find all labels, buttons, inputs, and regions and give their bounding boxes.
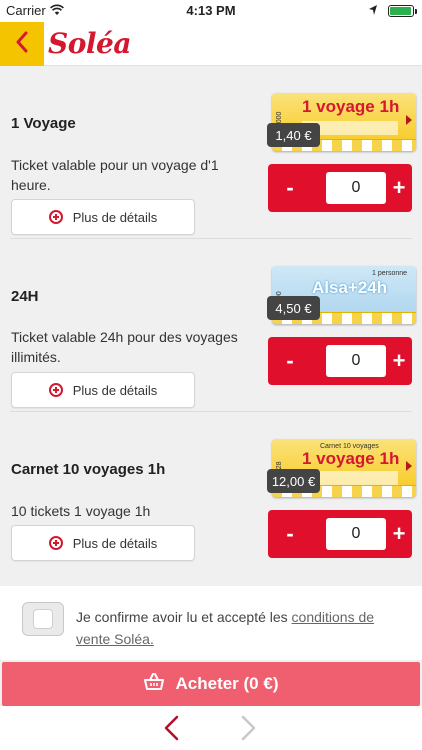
plus-circle-icon (48, 383, 63, 397)
quantity-stepper: - 0 + (268, 337, 412, 385)
product-name: Carnet 10 voyages 1h (11, 461, 166, 478)
clock: 4:13 PM (186, 3, 236, 18)
decrement-button[interactable]: - (268, 164, 312, 212)
ticket-arrow-icon (406, 115, 412, 125)
product-description: Ticket valable pour un voyage d'1 heure. (11, 157, 219, 193)
basket-icon (143, 672, 164, 696)
decrement-button[interactable]: - (268, 510, 312, 558)
product-name: 24H (11, 288, 39, 305)
ticket-arrow-icon (406, 461, 412, 471)
details-button[interactable]: Plus de détails (11, 199, 195, 235)
solea-logo: Soléa (48, 27, 132, 60)
details-label: Plus de détails (72, 209, 158, 225)
back-button[interactable] (0, 22, 44, 66)
ticket-title: 1 voyage 1h (302, 97, 400, 116)
terms-text: Je confirme avoir lu et accepté les cond… (76, 606, 396, 650)
terms-confirmation: Je confirme avoir lu et accepté les cond… (0, 586, 422, 660)
quantity-stepper: - 0 + (268, 510, 412, 558)
buy-label: Acheter (0 €) (175, 674, 279, 693)
details-label: Plus de détails (72, 535, 158, 551)
increment-button[interactable]: + (386, 510, 412, 558)
quantity-field[interactable]: 0 (326, 345, 386, 377)
product-description: Ticket valable 24h pour des voyages illi… (11, 329, 238, 365)
plus-circle-icon (48, 536, 63, 550)
app-header: Soléa (0, 22, 422, 66)
price-badge: 12,00 € (267, 469, 320, 493)
quantity-stepper: - 0 + (268, 164, 412, 212)
ticket-subtitle: 1 personne (372, 270, 408, 277)
chevron-left-icon (15, 31, 29, 58)
details-button[interactable]: Plus de détails (11, 372, 195, 408)
battery-icon (388, 5, 417, 17)
product-item: 1 Voyage Ticket valable pour un voyage d… (0, 66, 422, 239)
plus-circle-icon (48, 210, 63, 224)
terms-label: Je confirme avoir lu et accepté les (76, 609, 292, 625)
location-icon (368, 4, 378, 19)
product-description: 10 tickets 1 voyage 1h (11, 503, 151, 519)
details-label: Plus de détails (72, 382, 158, 398)
product-item: 24H Ticket valable 24h pour des voyages … (0, 239, 422, 412)
product-list[interactable]: 1 Voyage Ticket valable pour un voyage d… (0, 66, 422, 586)
product-name: 1 Voyage (11, 115, 76, 132)
price-badge: 1,40 € (267, 123, 320, 147)
quantity-field[interactable]: 0 (326, 518, 386, 550)
chevron-right-icon (236, 714, 260, 747)
increment-button[interactable]: + (386, 337, 412, 385)
increment-button[interactable]: + (386, 164, 412, 212)
buy-button[interactable]: Acheter (0 €) (2, 662, 420, 706)
chevron-left-icon[interactable] (160, 714, 184, 747)
product-item: Carnet 10 voyages 1h 10 tickets 1 voyage… (0, 412, 422, 585)
browser-nav-bar (0, 706, 422, 750)
ticket-title: Alsa+24h (312, 278, 388, 297)
details-button[interactable]: Plus de détails (11, 525, 195, 561)
quantity-field[interactable]: 0 (326, 172, 386, 204)
terms-checkbox[interactable] (22, 602, 64, 636)
ticket-title: 1 voyage 1h (302, 449, 400, 468)
decrement-button[interactable]: - (268, 337, 312, 385)
price-badge: 4,50 € (267, 296, 320, 320)
status-bar: Carrier 4:13 PM (0, 0, 422, 22)
